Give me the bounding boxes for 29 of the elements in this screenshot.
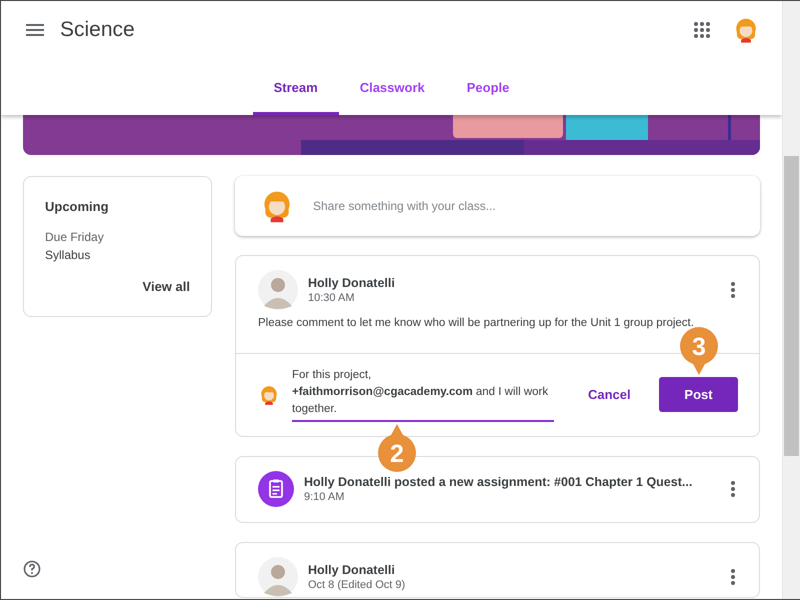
avatar-icon: [258, 557, 298, 597]
post-time: 10:30 AM: [308, 292, 356, 304]
card-title: Upcoming: [45, 199, 110, 214]
post-text: Please comment to let me know who will be partnering up for the Unit 1 group project.: [258, 317, 694, 329]
view-all-link[interactable]: View all: [142, 279, 190, 294]
assignment-link[interactable]: Syllabus: [45, 248, 190, 262]
post-time: 9:10 AM: [304, 491, 346, 503]
more-options-icon[interactable]: [731, 569, 735, 585]
due-label: Due Friday: [45, 230, 105, 244]
more-options-icon[interactable]: [731, 282, 735, 298]
class-title: Science: [60, 18, 135, 42]
cancel-button[interactable]: Cancel: [578, 379, 641, 410]
tab[interactable]: Classwork: [338, 59, 446, 115]
menu-icon[interactable]: [26, 24, 44, 36]
post-title[interactable]: Holly Donatelli posted a new assignment: #001 Chapter 1 Quest...: [304, 475, 692, 489]
author-name: Holly Donatelli: [308, 276, 395, 290]
assignment-icon: [258, 471, 294, 507]
author-name: Holly Donatelli: [308, 563, 396, 577]
avatar-icon: [258, 270, 298, 310]
post-button[interactable]: Post: [659, 377, 738, 412]
comment-field[interactable]: For this project, +faithmorrison@cgacademy.com and I will work together.: [292, 367, 554, 422]
step-callout: 2: [376, 423, 417, 473]
apps-icon[interactable]: [694, 22, 710, 38]
help-icon[interactable]: [23, 560, 41, 578]
step-callout: 3: [678, 326, 718, 376]
scrollbar[interactable]: [782, 1, 800, 599]
tab[interactable]: People: [446, 59, 530, 115]
more-options-icon[interactable]: [731, 481, 735, 497]
post-time: Oct 8 (Edited Oct 9): [308, 579, 406, 591]
